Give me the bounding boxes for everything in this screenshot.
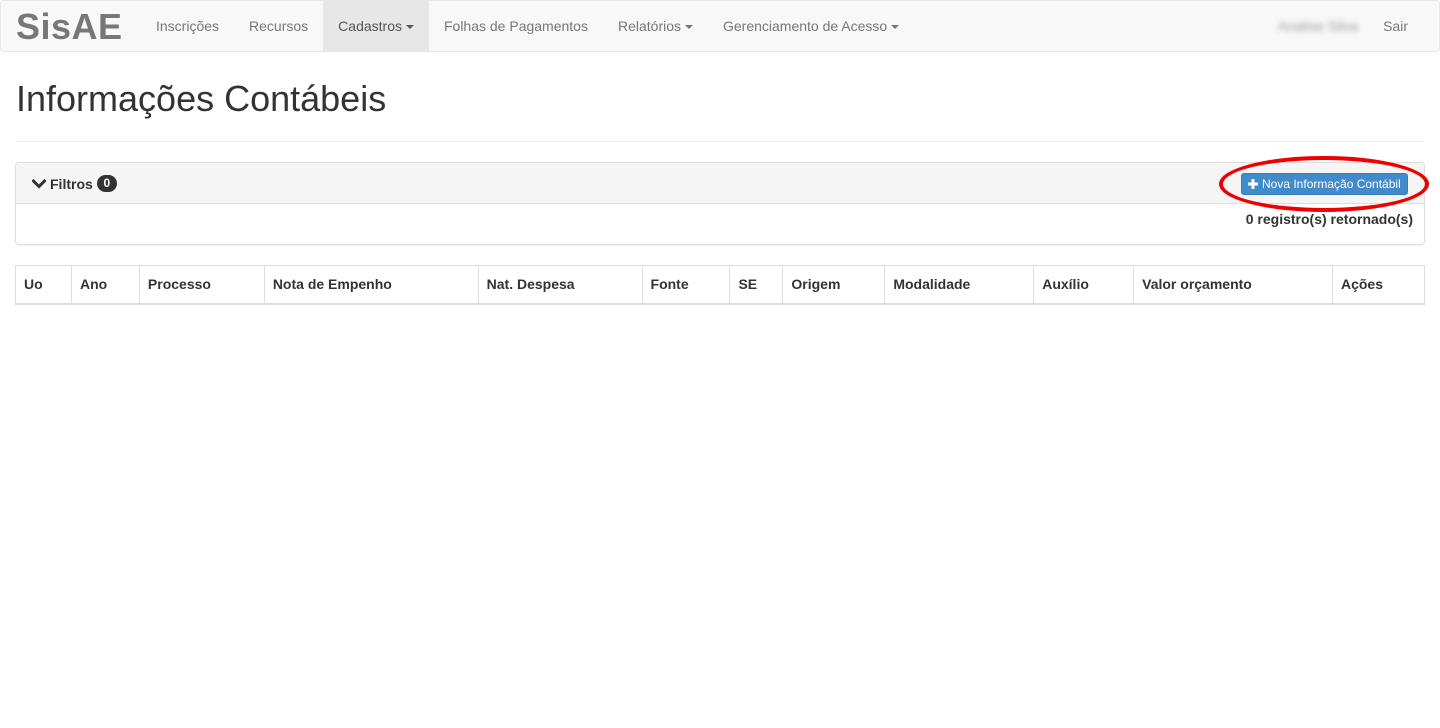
nav-item-label: Relatórios: [617, 18, 681, 34]
column-header-auxilio[interactable]: Auxílio: [1033, 265, 1134, 305]
caret-down-icon: [685, 25, 693, 30]
title-divider: [16, 141, 1424, 142]
filters-panel: Filtros 0 Nova Informação Contábil 0 reg…: [15, 156, 1429, 245]
record-count: 0 registro(s) retornado(s): [1245, 211, 1413, 227]
new-button-label: Nova Informação Contábil: [1262, 177, 1401, 191]
nav-right: Analise Silva Sair: [1268, 1, 1423, 51]
accounting-info-table: Uo Ano Processo Nota de Empenho Nat. Des…: [15, 265, 1425, 305]
top-navbar: SisAE Inscrições Recursos Cadastros Folh…: [0, 0, 1440, 52]
nav-item-relatorios[interactable]: Relatórios: [603, 1, 708, 51]
nav-item-label: Folhas de Pagamentos: [443, 18, 588, 34]
column-header-ano[interactable]: Ano: [70, 265, 140, 305]
logout-link[interactable]: Sair: [1368, 1, 1423, 51]
nav-item-cadastros[interactable]: Cadastros: [323, 1, 429, 51]
caret-down-icon: [405, 25, 414, 30]
nav-item-label: Inscrições: [156, 18, 220, 34]
nav-item-recursos[interactable]: Recursos: [234, 1, 323, 51]
nav-item-inscricoes[interactable]: Inscrições: [141, 1, 234, 51]
filters-label: Filtros: [50, 175, 93, 192]
column-header-origem[interactable]: Origem: [782, 265, 885, 305]
column-header-modalidade[interactable]: Modalidade: [884, 265, 1034, 305]
chevron-down-icon: [32, 178, 46, 189]
column-header-se[interactable]: SE: [729, 265, 783, 305]
filters-toggle[interactable]: Filtros 0: [32, 163, 117, 204]
page-title: Informações Contábeis: [16, 78, 387, 119]
nav-item-gerenciamento-de-acesso[interactable]: Gerenciamento de Acesso: [708, 1, 914, 51]
column-header-fonte[interactable]: Fonte: [641, 265, 730, 305]
column-header-nota-de-empenho[interactable]: Nota de Empenho: [263, 265, 479, 305]
column-header-valor-orcamento[interactable]: Valor orçamento: [1133, 265, 1333, 305]
column-header-nat-despesa[interactable]: Nat. Despesa: [477, 265, 643, 305]
nav-item-label: Recursos: [249, 18, 309, 34]
brand-logo[interactable]: SisAE: [16, 3, 123, 51]
plus-icon: [1248, 179, 1258, 189]
filters-panel-heading: Filtros 0 Nova Informação Contábil: [16, 156, 1429, 212]
table-header-row: Uo Ano Processo Nota de Empenho Nat. Des…: [15, 265, 1425, 305]
nav-item-label: Cadastros: [338, 18, 402, 34]
nav-item-folhas-de-pagamentos[interactable]: Folhas de Pagamentos: [429, 1, 603, 51]
filters-count-badge: 0: [96, 175, 117, 192]
column-header-processo[interactable]: Processo: [138, 265, 265, 305]
new-accounting-info-button[interactable]: Nova Informação Contábil: [1241, 173, 1408, 195]
column-header-acoes[interactable]: Ações: [1331, 265, 1425, 305]
nav-item-label: Gerenciamento de Acesso: [723, 18, 888, 34]
caret-down-icon: [891, 25, 900, 30]
column-header-uo[interactable]: Uo: [15, 265, 72, 305]
nav-menu: Inscrições Recursos Cadastros Folhas de …: [141, 1, 914, 51]
user-name[interactable]: Analise Silva: [1268, 1, 1368, 51]
